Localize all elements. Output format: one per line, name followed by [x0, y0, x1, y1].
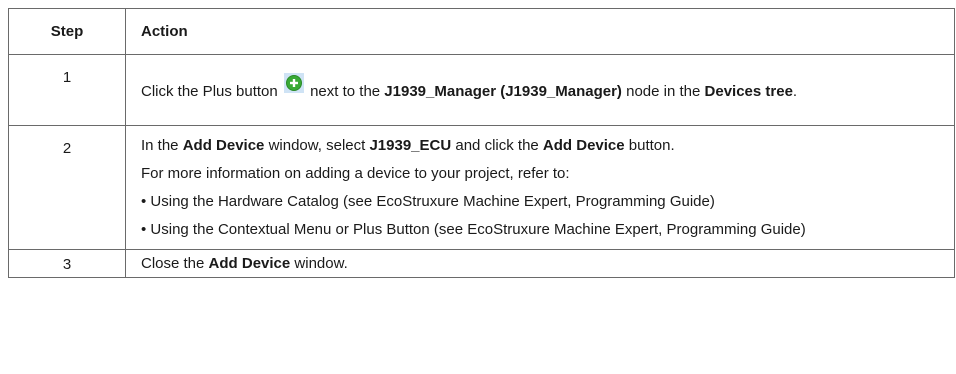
text-fragment: Close the — [141, 255, 209, 272]
text-fragment: In the — [141, 137, 183, 154]
action-text: Close the Add Device window. — [141, 250, 942, 273]
procedure-table-container: Step Action 1 Click the Plus button next… — [8, 8, 955, 278]
text-fragment: and click the — [451, 137, 543, 154]
info-text: For more information on adding a device … — [141, 165, 570, 182]
window-name: Add Device — [182, 137, 265, 154]
action-cell: Close the Add Device window. — [125, 249, 955, 278]
text-fragment: window, select — [264, 137, 370, 154]
action-cell: Click the Plus button next to the J1939_… — [125, 54, 955, 126]
button-name: Add Device — [542, 137, 625, 154]
devices-tree-label: Devices tree — [704, 83, 793, 100]
reference-contextual-menu[interactable]: • Using the Contextual Menu or Plus Butt… — [141, 211, 942, 249]
text-fragment: next to the — [305, 83, 385, 100]
table-row: 1 Click the Plus button next to the J193… — [8, 54, 955, 126]
window-name: Add Device — [208, 255, 291, 272]
node-name: J1939_Manager (J1939_Manager) — [384, 83, 622, 100]
header-step: Step — [8, 8, 126, 55]
action-text: In the Add Device window, select J1939_E… — [141, 126, 942, 155]
text-fragment: Click the Plus button — [141, 83, 282, 100]
device-name: J1939_ECU — [369, 137, 452, 154]
action-cell: In the Add Device window, select J1939_E… — [125, 125, 955, 250]
text-fragment: node in the — [621, 83, 705, 100]
action-text: Click the Plus button next to the J1939_… — [141, 55, 942, 101]
text-fragment: button. — [624, 137, 675, 154]
table-header-row: Step Action — [8, 8, 955, 55]
step-number: 1 — [8, 54, 126, 126]
step-number: 2 — [8, 125, 126, 250]
header-action: Action — [125, 8, 955, 55]
plus-circle-icon — [283, 73, 304, 93]
step-number: 3 — [8, 249, 126, 278]
table-row: 3 Close the Add Device window. — [8, 249, 955, 278]
text-fragment: window. — [290, 255, 348, 272]
text-fragment: . — [792, 83, 798, 100]
procedure-table: Step Action 1 Click the Plus button next… — [8, 8, 955, 278]
table-row: 2 In the Add Device window, select J1939… — [8, 125, 955, 250]
reference-hardware-catalog[interactable]: • Using the Hardware Catalog (see EcoStr… — [141, 183, 942, 211]
